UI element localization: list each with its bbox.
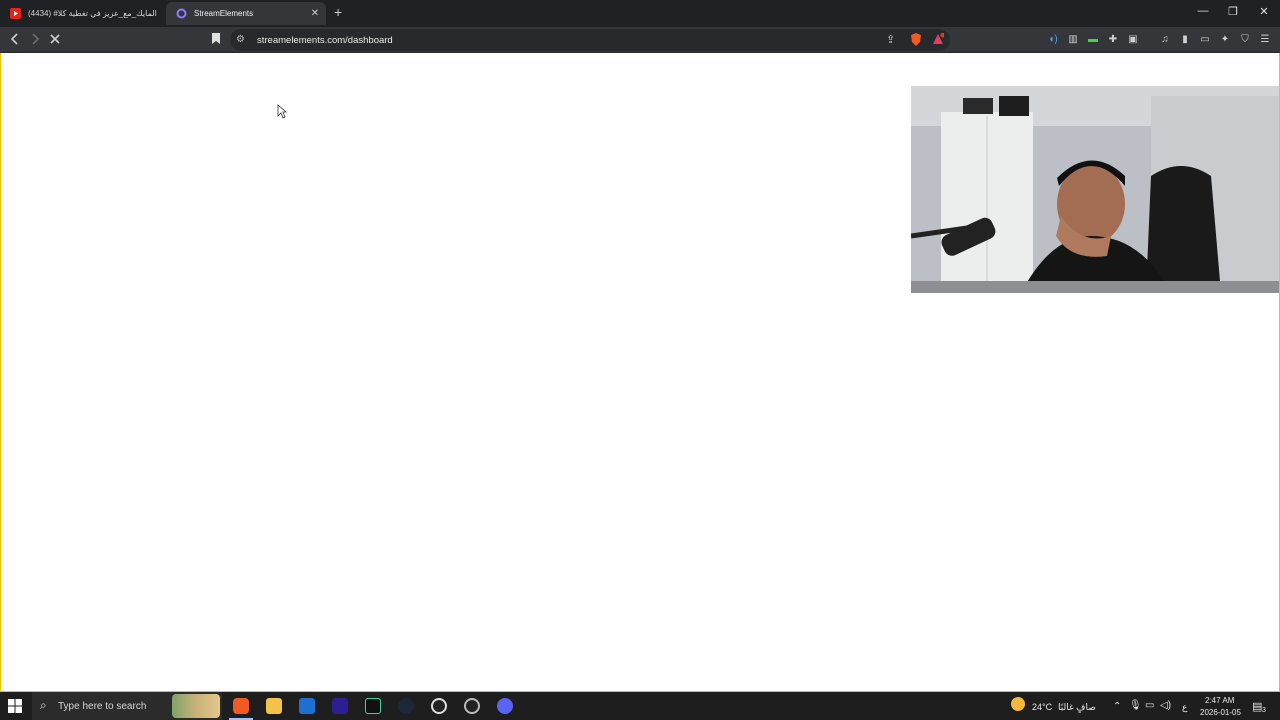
clock-date[interactable]: 2026-01-05 [1200,708,1241,717]
steam-icon[interactable] [398,698,414,714]
browser-toolbar: ⚙ streamelements.com/dashboard ⇪ ◖) ▥ ▬ … [0,27,1280,53]
tab-title: StreamElements [194,9,254,18]
sidebar-icon[interactable]: ▮ [1179,34,1191,46]
close-window-button[interactable]: ✕ [1249,5,1279,18]
notifications-icon[interactable]: ▤ [1252,700,1262,713]
menu-icon[interactable]: ☰ [1259,34,1271,46]
site-settings-icon[interactable]: ⚙ [236,34,245,45]
share-icon[interactable]: ⇪ [886,33,895,46]
webcam-overlay [911,86,1279,293]
windows-taskbar: ⌕ Type here to search 24°C صافٍ غالبًا ⌃… [0,692,1280,720]
search-highlight-icon [172,694,220,718]
weather-condition: صافٍ غالبًا [1058,702,1096,712]
extension-box-icon[interactable]: ▣ [1127,34,1139,46]
vpn-shield-icon[interactable]: ⛉ [1239,34,1251,46]
network-icon[interactable]: ▭ [1145,700,1154,711]
app-circle-icon[interactable] [464,698,480,714]
new-tab-button[interactable]: + [334,5,342,19]
weather-temp: 24°C [1032,702,1053,712]
clock-time[interactable]: 2:47 AM [1205,696,1234,705]
volume-icon[interactable]: ◁) [1160,700,1171,711]
url-text: streamelements.com/dashboard [257,35,393,46]
search-icon: ⌕ [40,698,47,712]
search-placeholder: Type here to search [58,701,147,712]
extension-m-icon[interactable]: ▥ [1067,34,1079,46]
media-icon[interactable]: ♫ [1159,34,1171,46]
youtube-icon [10,8,21,19]
extension-green-icon[interactable]: ▬ [1087,34,1099,46]
brave-rewards-icon[interactable] [932,32,946,45]
tab-streamelements[interactable]: StreamElements ✕ [166,2,326,25]
brave-browser-taskbar-icon[interactable] [233,698,249,714]
tab-strip: (4434) #المايك_مع_عزيز في تغطية كلا Stre… [0,0,1280,27]
close-tab-icon[interactable]: ✕ [308,8,322,19]
back-button[interactable] [10,32,20,48]
mouse-cursor-icon [277,104,287,119]
windows-start-icon[interactable] [8,699,22,713]
brave-shields-icon[interactable] [910,33,922,46]
app-purple-icon[interactable] [332,698,348,714]
extension-audio-icon[interactable]: ◖) [1047,34,1059,46]
tab-youtube[interactable]: (4434) #المايك_مع_عزيز في تغطية كلا [0,2,166,25]
stop-loading-button[interactable] [49,32,61,48]
extensions-icon[interactable]: ✚ [1107,34,1119,46]
store-icon[interactable] [299,698,315,714]
file-explorer-icon[interactable] [266,698,282,714]
wallet-icon[interactable]: ▭ [1199,34,1211,46]
input-language-indicator[interactable]: ع [1182,702,1187,713]
leo-ai-icon[interactable]: ✦ [1219,34,1231,46]
streamelements-icon [176,8,187,19]
tab-title: (4434) #المايك_مع_عزيز في تغطية كلا [28,9,157,18]
bookmark-icon[interactable] [211,32,221,47]
notification-count: 3 [1262,707,1266,714]
obs-icon[interactable] [431,698,447,714]
minimize-button[interactable]: — [1188,5,1218,17]
address-bar[interactable]: ⚙ streamelements.com/dashboard ⇪ [230,29,950,51]
forward-button[interactable] [30,32,40,48]
weather-moon-icon[interactable] [1011,697,1025,711]
show-hidden-icons-chevron-up-icon[interactable]: ⌃ [1113,701,1121,712]
taskbar-search-box[interactable]: ⌕ Type here to search [32,692,222,720]
app-waveform-icon[interactable] [365,698,381,714]
microphone-icon[interactable]: 🎙 [1129,700,1142,711]
discord-icon[interactable] [497,698,513,714]
restore-button[interactable]: ❐ [1218,5,1248,18]
